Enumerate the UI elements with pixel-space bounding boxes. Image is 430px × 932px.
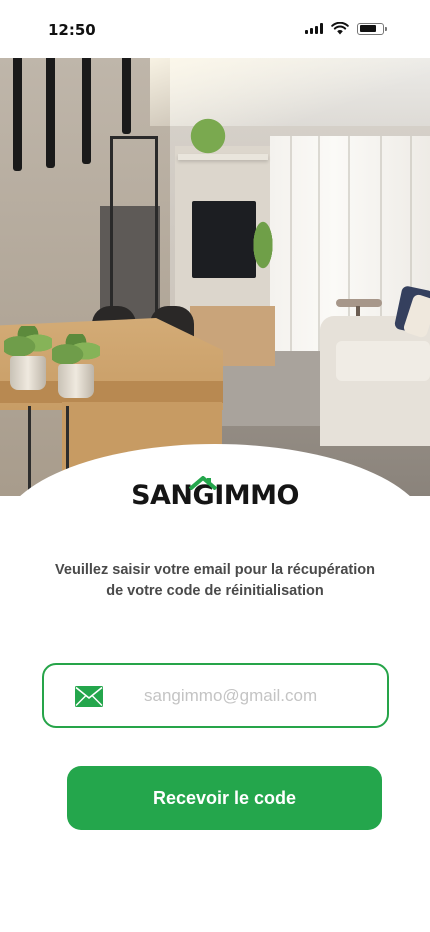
receive-code-button[interactable]: Recevoir le code	[67, 766, 382, 830]
instructions-line-1: Veuillez saisir votre email pour la récu…	[55, 562, 375, 578]
wifi-icon	[331, 22, 349, 35]
status-icons	[305, 22, 387, 35]
logo-text-prefix: SAN	[131, 480, 193, 511]
house-roof-icon	[189, 476, 218, 490]
hero-image	[0, 56, 430, 496]
status-bar: 12:50	[0, 0, 430, 58]
email-input[interactable]	[144, 679, 374, 713]
brand-logo: SAN G IMMO	[0, 476, 430, 511]
instructions-text: Veuillez saisir votre email pour la récu…	[30, 560, 400, 602]
status-time: 12:50	[48, 21, 96, 39]
envelope-icon	[75, 686, 103, 707]
email-field[interactable]	[42, 663, 389, 728]
instructions-line-2: de votre code de réinitialisation	[106, 583, 324, 599]
logo-g: G	[189, 476, 218, 511]
battery-icon	[357, 22, 387, 35]
cellular-signal-icon	[305, 23, 323, 34]
logo-text-suffix: IMMO	[214, 480, 299, 511]
